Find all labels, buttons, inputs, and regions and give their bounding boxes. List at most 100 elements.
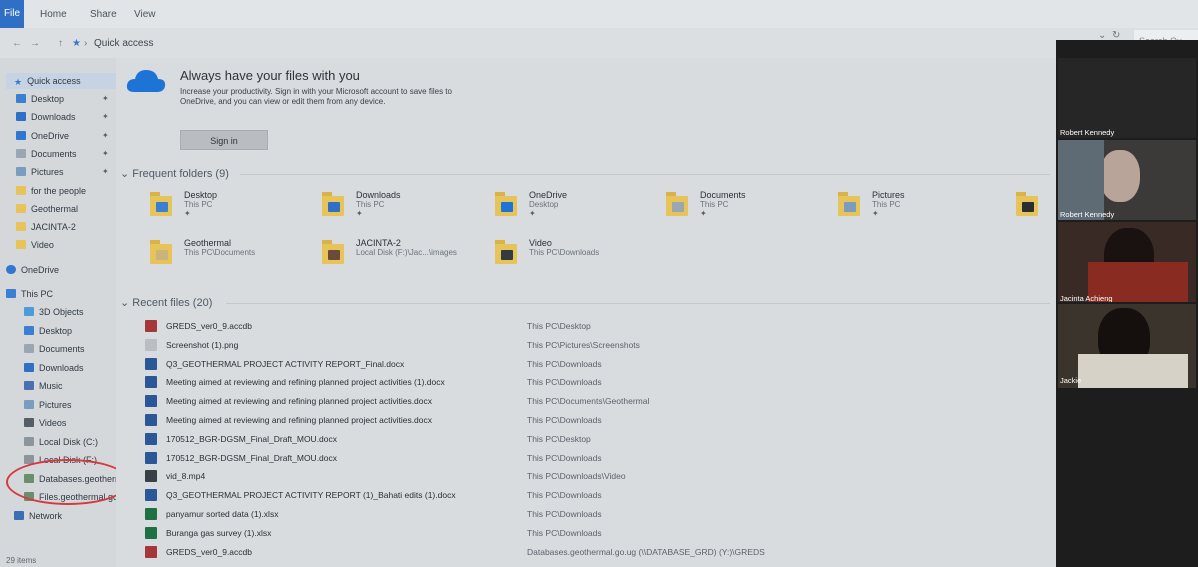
recent-file-path: This PC\Downloads — [527, 490, 602, 501]
sidebar-item-pc[interactable]: Downloads — [24, 360, 84, 376]
sign-in-button[interactable]: Sign in — [180, 130, 268, 150]
pin-icon[interactable]: ✦ — [356, 209, 363, 218]
divider — [240, 174, 1050, 175]
sidebar-item-pc[interactable]: Documents — [24, 341, 85, 357]
sidebar-item-quick[interactable]: Geothermal — [16, 201, 78, 217]
pin-icon[interactable]: ✦ — [184, 209, 191, 218]
folder-icon — [322, 240, 344, 264]
recent-file-path: This PC\Downloads — [527, 377, 602, 388]
recent-file-path: Databases.geothermal.go.ug (\\DATABASE_G… — [527, 546, 765, 557]
sidebar-item-quick[interactable]: Pictures ✦ — [16, 164, 109, 180]
highlight-circle — [6, 459, 130, 505]
tab-home[interactable]: Home — [40, 9, 67, 20]
sidebar-item-pc[interactable]: Videos — [24, 415, 66, 431]
tab-file[interactable]: File — [0, 0, 24, 28]
sidebar-item-pc[interactable]: Local Disk (C:) — [24, 434, 98, 450]
computer-icon — [6, 289, 16, 298]
sidebar-item-quick[interactable]: Documents ✦ — [16, 146, 109, 162]
pictures-icon — [24, 399, 34, 409]
sidebar-item-quick[interactable]: OneDrive ✦ — [16, 128, 109, 144]
tab-view[interactable]: View — [134, 9, 156, 20]
folder-location: This PC\Documents — [184, 248, 256, 257]
nav-quick-access[interactable]: ★ Quick access — [6, 73, 118, 89]
recent-file-name: Meeting aimed at reviewing and refining … — [166, 396, 433, 407]
word-file-icon — [145, 489, 157, 502]
image-file-icon — [145, 338, 157, 351]
sidebar-item-quick[interactable]: JACINTA-2 — [16, 219, 76, 235]
breadcrumb-quick-access[interactable]: Quick access — [94, 38, 153, 49]
participant-tile: Robert Kennedy — [1058, 140, 1196, 220]
participant-name: Robert Kennedy — [1060, 210, 1115, 219]
folder-name: OneDrive — [529, 190, 568, 200]
pin-icon[interactable]: ✦ — [872, 209, 879, 218]
sidebar-item-quick[interactable]: Downloads ✦ — [16, 109, 109, 125]
pin-icon[interactable]: ✦ — [529, 209, 536, 218]
video-file-icon — [145, 470, 157, 483]
nav-this-pc[interactable]: This PC — [6, 286, 53, 302]
address-bar — [0, 28, 1198, 58]
folder-icon — [838, 192, 860, 216]
pin-icon[interactable]: ✦ — [102, 128, 109, 144]
sidebar-item-pc[interactable]: Pictures — [24, 397, 72, 413]
drive-icon — [24, 436, 34, 446]
recent-files-header[interactable]: ⌄ Recent files (20) — [120, 296, 212, 309]
forward-arrow-icon[interactable]: → — [30, 38, 40, 49]
recent-file-name: Q3_GEOTHERMAL PROJECT ACTIVITY REPORT (1… — [166, 490, 456, 501]
onedrive-banner-text: Increase your productivity. Sign in with… — [180, 87, 452, 106]
folder-name: Video — [529, 238, 552, 248]
folder-name: JACINTA-2 — [356, 238, 401, 248]
pin-icon[interactable]: ✦ — [102, 146, 109, 162]
onedrive-cloud-icon — [126, 70, 166, 92]
nav-onedrive[interactable]: OneDrive — [6, 262, 59, 278]
access-file-icon — [145, 320, 157, 332]
sidebar-item-pc[interactable]: Desktop — [24, 323, 72, 339]
folder-location: This PC — [356, 200, 385, 209]
folder-icon — [16, 240, 26, 250]
tab-share[interactable]: Share — [90, 9, 117, 20]
pin-icon[interactable]: ✦ — [102, 109, 109, 125]
recent-file-name: 170512_BGR-DGSM_Final_Draft_MOU.docx — [166, 433, 338, 444]
participant-video-background — [1058, 140, 1104, 220]
folder-icon — [495, 240, 517, 264]
pin-icon[interactable]: ✦ — [102, 91, 109, 107]
recent-file-path: This PC\Downloads\Video — [527, 471, 626, 482]
chevron-right-icon[interactable]: › — [84, 38, 87, 49]
folder-overlay-shape — [1022, 202, 1034, 212]
folder-overlay-shape — [156, 202, 168, 212]
onedrive-banner-title: Always have your files with you — [180, 68, 360, 83]
folder-overlay-shape — [844, 202, 856, 212]
sidebar-item-pc[interactable]: 3D Objects — [24, 304, 84, 320]
folder-icon[interactable] — [1016, 192, 1038, 216]
documents-icon — [16, 148, 26, 158]
up-arrow-icon[interactable]: ↑ — [58, 38, 63, 49]
recent-file-path: This PC\Downloads — [527, 509, 602, 519]
recent-file-path: This PC\Desktop — [527, 321, 591, 331]
folder-overlay-shape — [156, 250, 168, 260]
participant-clothing — [1078, 354, 1188, 388]
pin-icon[interactable]: ✦ — [102, 164, 109, 180]
sidebar-item-quick[interactable]: Desktop ✦ — [16, 91, 109, 107]
recent-file-path: This PC\Desktop — [527, 433, 591, 444]
frequent-folders-header[interactable]: ⌄ Frequent folders (9) — [120, 167, 229, 180]
recent-file-path: This PC\Pictures\Screenshots — [527, 339, 640, 350]
folder-icon — [16, 222, 26, 232]
participant-tile: Jacinta Achieng — [1058, 222, 1196, 302]
folder-location: This PC — [872, 200, 901, 209]
pin-icon[interactable]: ✦ — [700, 209, 707, 218]
folder-icon — [16, 185, 26, 195]
sidebar-item-quick[interactable]: Video — [16, 237, 54, 253]
folder-icon — [16, 203, 26, 213]
sidebar-item-pc[interactable]: Music — [24, 378, 63, 394]
nav-network[interactable]: Network — [14, 508, 62, 524]
back-arrow-icon[interactable]: ← — [12, 38, 22, 49]
folder-location: This PC\Downloads — [529, 248, 600, 257]
recent-file-name: Meeting aimed at reviewing and refining … — [166, 415, 433, 425]
sidebar-item-quick[interactable]: for the people — [16, 183, 86, 199]
pictures-icon — [16, 167, 26, 177]
recent-file-path: This PC\Downloads — [527, 452, 602, 463]
folder-location: Local Disk (F:)\Jac...\images — [356, 248, 457, 257]
folder-overlay-shape — [328, 250, 340, 260]
recent-file-path: This PC\Downloads — [527, 358, 602, 369]
download-icon — [16, 112, 26, 122]
recent-file-name: panyamur sorted data (1).xlsx — [166, 509, 279, 519]
